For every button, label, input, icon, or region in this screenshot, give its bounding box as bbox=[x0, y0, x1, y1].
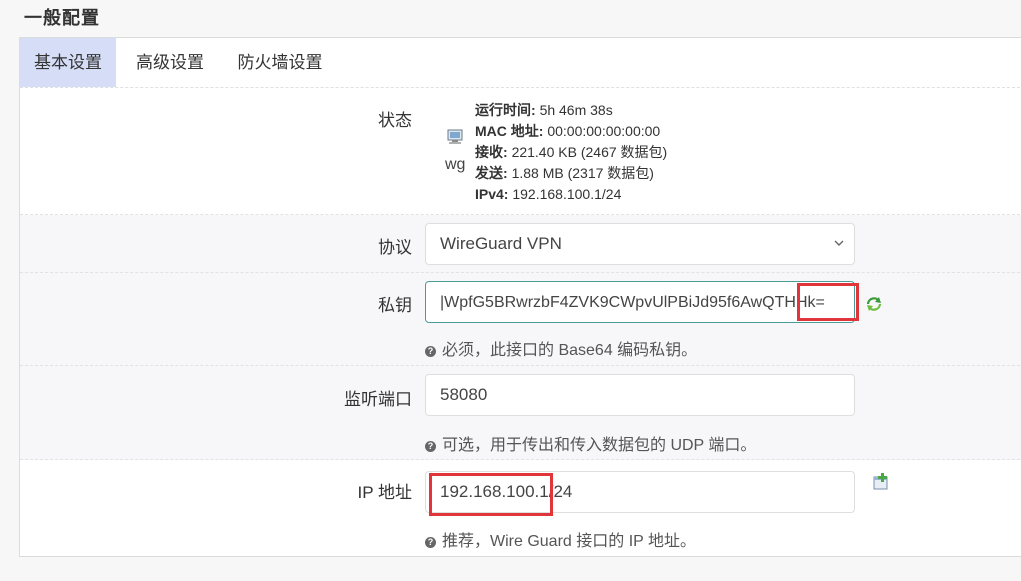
tab-bar: 基本设置 高级设置 防火墙设置 bbox=[20, 38, 1021, 88]
highlight-box-ip bbox=[429, 473, 553, 516]
help-icon: ? bbox=[425, 441, 436, 452]
help-icon: ? bbox=[425, 537, 436, 548]
listen-port-label: 监听端口 bbox=[344, 390, 412, 409]
mac-value: 00:00:00:00:00:00 bbox=[547, 123, 661, 139]
highlight-box-key-suffix bbox=[797, 283, 859, 321]
ipv4-line: IPv4: 192.168.100.1/24 bbox=[475, 184, 667, 205]
protocol-row: 协议 WireGuard VPN bbox=[20, 215, 1021, 273]
add-field-icon[interactable] bbox=[872, 473, 890, 491]
chevron-down-icon bbox=[834, 240, 844, 246]
private-key-hint-text: 必须，此接口的 Base64 编码私钥。 bbox=[442, 342, 698, 359]
listen-port-value: 58080 bbox=[440, 385, 488, 404]
uptime-key: 运行时间: bbox=[475, 102, 536, 118]
ip-address-row: IP 地址 192.168.100.1/24 ? 推荐，Wire Guard 接口… bbox=[20, 460, 1021, 556]
section-title: 一般配置 bbox=[24, 8, 100, 28]
ip-address-hint-text: 推荐，Wire Guard 接口的 IP 地址。 bbox=[442, 533, 696, 550]
status-row: 状态 wg 运行时间: 5h 46m 38s MAC 地址: 00:00:00:… bbox=[20, 88, 1021, 215]
private-key-label: 私钥 bbox=[378, 296, 412, 315]
status-details: 运行时间: 5h 46m 38s MAC 地址: 00:00:00:00:00:… bbox=[475, 100, 667, 205]
tx-line: 发送: 1.88 MB (2317 数据包) bbox=[475, 163, 667, 184]
ip-address-hint: ? 推荐，Wire Guard 接口的 IP 地址。 bbox=[425, 527, 696, 551]
tab-advanced-settings[interactable]: 高级设置 bbox=[124, 38, 216, 87]
protocol-label: 协议 bbox=[378, 238, 412, 257]
private-key-value: |WpfG5BRwrzbF4ZVK9CWpvUlPBiJd95f6AwQTHHk… bbox=[440, 294, 825, 311]
settings-panel: 基本设置 高级设置 防火墙设置 状态 wg 运行时间: 5h 46m 38s M… bbox=[19, 37, 1021, 557]
tab-basic-settings[interactable]: 基本设置 bbox=[20, 38, 116, 87]
tx-value: 1.88 MB (2317 数据包) bbox=[511, 165, 654, 181]
status-label: 状态 bbox=[378, 111, 412, 130]
tab-firewall-settings[interactable]: 防火墙设置 bbox=[226, 38, 334, 87]
interface-name: wg bbox=[445, 156, 466, 173]
private-key-input[interactable]: |WpfG5BRwrzbF4ZVK9CWpvUlPBiJd95f6AwQTHHk… bbox=[425, 281, 855, 323]
tx-key: 发送: bbox=[475, 165, 508, 181]
listen-port-row: 监听端口 58080 ? 可选，用于传出和传入数据包的 UDP 端口。 bbox=[20, 366, 1021, 460]
rx-value: 221.40 KB (2467 数据包) bbox=[511, 144, 668, 160]
listen-port-input[interactable]: 58080 bbox=[425, 374, 855, 416]
mac-key: MAC 地址: bbox=[475, 123, 544, 139]
private-key-hint: ? 必须，此接口的 Base64 编码私钥。 bbox=[425, 336, 697, 360]
ipv4-value: 192.168.100.1/24 bbox=[512, 186, 622, 202]
refresh-generate-icon[interactable] bbox=[865, 295, 883, 313]
listen-port-hint: ? 可选，用于传出和传入数据包的 UDP 端口。 bbox=[425, 431, 756, 455]
rx-key: 接收: bbox=[475, 144, 508, 160]
protocol-value: WireGuard VPN bbox=[440, 234, 562, 253]
protocol-select[interactable]: WireGuard VPN bbox=[425, 223, 855, 265]
listen-port-hint-text: 可选，用于传出和传入数据包的 UDP 端口。 bbox=[442, 437, 757, 454]
ip-address-label: IP 地址 bbox=[357, 483, 412, 502]
ipv4-key: IPv4: bbox=[475, 186, 509, 202]
uptime-line: 运行时间: 5h 46m 38s bbox=[475, 100, 667, 121]
private-key-row: 私钥 |WpfG5BRwrzbF4ZVK9CWpvUlPBiJd95f6AwQT… bbox=[20, 273, 1021, 366]
mac-line: MAC 地址: 00:00:00:00:00:00 bbox=[475, 121, 667, 142]
uptime-value: 5h 46m 38s bbox=[539, 102, 613, 118]
rx-line: 接收: 221.40 KB (2467 数据包) bbox=[475, 142, 667, 163]
help-icon: ? bbox=[425, 346, 436, 357]
network-interface-icon bbox=[447, 129, 463, 144]
